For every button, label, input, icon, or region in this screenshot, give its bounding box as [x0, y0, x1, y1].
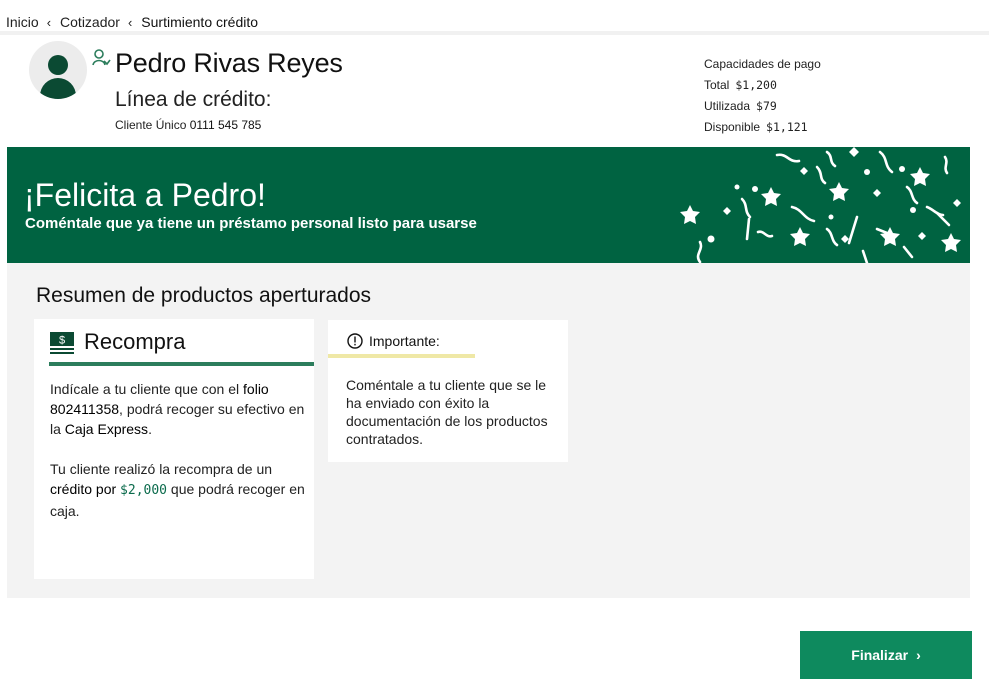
important-card: Importante: Coméntale a tu cliente que s…	[328, 320, 568, 462]
chevron-right-icon: ›	[916, 647, 921, 663]
text-fragment: Tu cliente realizó la recompra de un	[50, 461, 273, 477]
header-divider	[0, 31, 989, 35]
credit-label: crédito por	[50, 481, 117, 497]
confetti-illustration	[680, 147, 961, 263]
important-underline	[328, 354, 475, 358]
capacity-value: $1,121	[766, 120, 808, 134]
recompra-instructions: Indícale a tu cliente que con el folio 8…	[50, 379, 305, 439]
capacity-value: $79	[756, 99, 777, 113]
pickup-place: Caja Express	[64, 421, 149, 437]
recompra-card-header: $ Recompra	[49, 328, 314, 366]
user-avatar-icon	[48, 55, 68, 75]
important-header: Importante:	[347, 333, 440, 349]
info-circle-icon	[347, 333, 363, 349]
capacity-total: Total $1,200	[704, 78, 821, 92]
breadcrumb-cotizador[interactable]: Cotizador	[60, 14, 120, 30]
recompra-card-title: Recompra	[84, 329, 186, 354]
text-fragment: .	[148, 421, 152, 437]
client-id-label: Cliente Único	[115, 118, 187, 132]
summary-title: Resumen de productos aperturados	[36, 284, 372, 307]
capacity-used: Utilizada $79	[704, 99, 821, 113]
credit-amount: $2,000	[120, 483, 168, 498]
breadcrumb-inicio[interactable]: Inicio	[6, 14, 39, 30]
client-id-value: 0111 545 785	[189, 118, 262, 132]
folio-label: folio	[243, 381, 269, 397]
recompra-card: $ Recompra Indícale a tu cliente que con…	[34, 319, 314, 579]
chevron-left-icon: ‹	[127, 14, 133, 30]
avatar	[29, 41, 87, 99]
folio-number: 802411358	[50, 401, 120, 417]
finalizar-button[interactable]: Finalizar ›	[800, 631, 972, 679]
client-name: Pedro Rivas Reyes	[115, 48, 343, 78]
capacity-available: Disponible $1,121	[704, 120, 821, 134]
recompra-amount-text: Tu cliente realizó la recompra de un cré…	[50, 459, 305, 521]
credit-line-label: Línea de crédito:	[115, 88, 272, 111]
user-link-icon[interactable]	[91, 48, 111, 68]
chevron-left-icon: ‹	[46, 14, 52, 30]
breadcrumb-current: Surtimiento crédito	[141, 14, 259, 30]
payment-capacity: Capacidades de pago Total $1,200 Utiliza…	[704, 57, 821, 134]
breadcrumb: Inicio ‹ Cotizador ‹ Surtimiento crédito	[6, 12, 258, 32]
finalizar-label: Finalizar	[851, 647, 909, 663]
text-fragment: Indícale a tu cliente que con el	[50, 381, 244, 397]
capacity-label: Total	[704, 78, 730, 92]
svg-text:$: $	[59, 335, 65, 347]
cash-icon: $	[50, 332, 74, 354]
payment-capacity-title: Capacidades de pago	[704, 57, 821, 71]
capacity-label: Utilizada	[704, 99, 751, 113]
important-text: Coméntale a tu cliente que se le ha envi…	[346, 377, 548, 447]
capacity-label: Disponible	[704, 120, 761, 134]
client-id: Cliente Único 0111 545 785	[115, 118, 261, 132]
important-title: Importante:	[369, 333, 440, 349]
congrats-banner: ¡Felicita a Pedro! Coméntale que ya tien…	[7, 147, 970, 263]
capacity-value: $1,200	[735, 78, 777, 92]
user-avatar-body	[40, 78, 76, 99]
